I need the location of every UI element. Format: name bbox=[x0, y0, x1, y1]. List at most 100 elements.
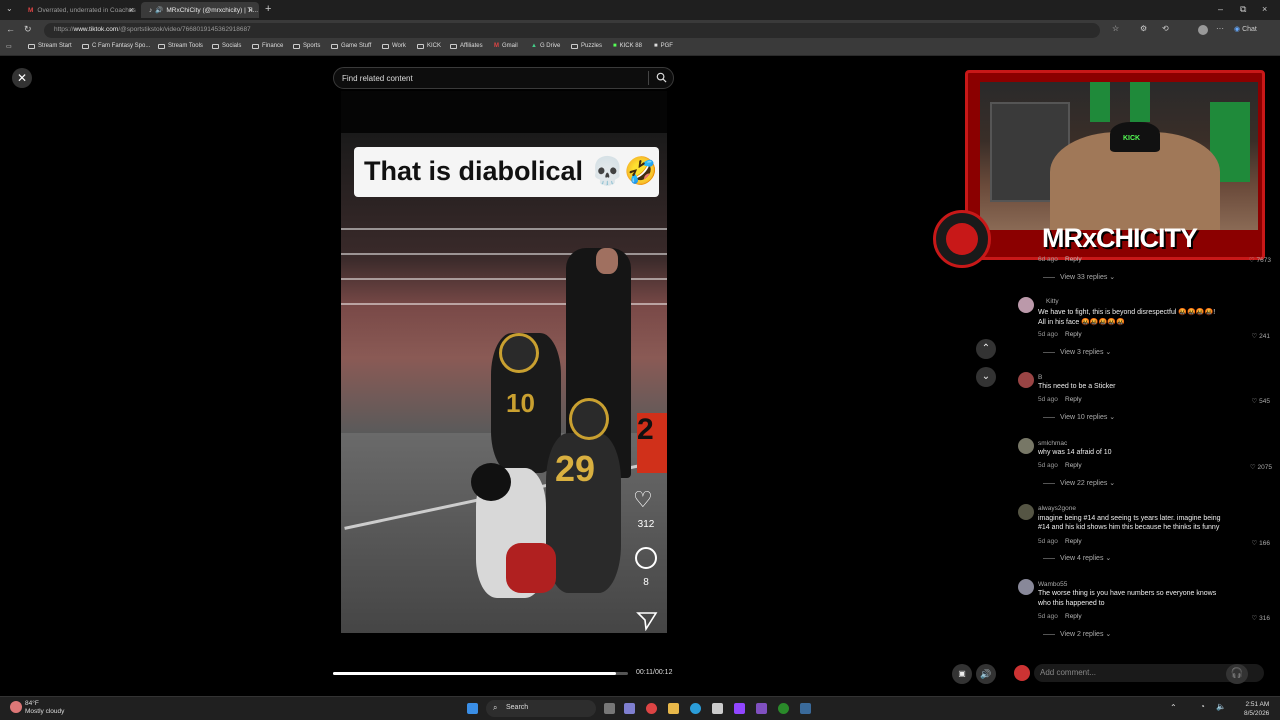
view-replies[interactable]: View 2 replies ⌄ bbox=[1043, 630, 1111, 638]
restore-icon[interactable]: ⧉ bbox=[1240, 4, 1246, 15]
back-icon[interactable]: ← bbox=[6, 24, 15, 34]
minimize-icon[interactable]: – bbox=[1218, 4, 1223, 14]
extensions-icon[interactable]: ⚙ bbox=[1140, 24, 1147, 33]
avatar[interactable] bbox=[1018, 372, 1034, 388]
comment-likes[interactable]: ♡ 316 bbox=[1236, 614, 1271, 622]
comment-username[interactable]: smlchmac bbox=[1038, 440, 1067, 447]
reply-link[interactable]: Reply bbox=[1065, 256, 1082, 263]
bookmark-folder[interactable]: Socials bbox=[212, 43, 241, 49]
comment-username[interactable]: Wambo55 bbox=[1038, 581, 1067, 588]
bookmark-folder[interactable]: Game Stuff bbox=[331, 43, 371, 49]
reply-link[interactable]: Reply bbox=[1065, 462, 1082, 469]
twitch-studio-icon[interactable] bbox=[734, 703, 745, 714]
comment-likes[interactable]: ♡ 545 bbox=[1236, 397, 1271, 405]
pip-button[interactable]: ▣ bbox=[952, 664, 972, 684]
view-replies[interactable]: View 3 replies ⌄ bbox=[1043, 348, 1111, 356]
bookmark-folder[interactable]: Stream Start bbox=[28, 43, 72, 49]
volume-button[interactable]: 🔊 bbox=[976, 664, 996, 684]
comment-username[interactable]: B bbox=[1038, 374, 1042, 381]
comment-icon[interactable] bbox=[635, 547, 657, 569]
avatar[interactable] bbox=[1018, 579, 1034, 595]
search-input[interactable]: Find related content bbox=[333, 67, 674, 89]
reply-link[interactable]: Reply bbox=[1065, 396, 1082, 403]
reply-link[interactable]: Reply bbox=[1065, 538, 1082, 545]
bookmark-folder[interactable]: Stream Tools bbox=[158, 43, 203, 49]
bookmarks-icon[interactable]: ▭ bbox=[6, 43, 12, 50]
bookmark-folder[interactable]: Sports bbox=[293, 43, 320, 49]
start-icon[interactable] bbox=[467, 703, 478, 714]
heart-icon: ♡ bbox=[1251, 333, 1258, 340]
avatar[interactable] bbox=[1018, 297, 1034, 313]
profile-icon[interactable] bbox=[1198, 25, 1208, 35]
comment-username[interactable]: always2gone bbox=[1038, 505, 1076, 512]
url-field[interactable]: https://www.tiktok.com/@sportstikstok/vi… bbox=[44, 23, 1100, 38]
bookmark-gmail[interactable]: M Gmail bbox=[494, 43, 518, 49]
view-replies[interactable]: View 33 replies ⌄ bbox=[1043, 273, 1115, 281]
comment-likes[interactable]: ♡ 241 bbox=[1236, 332, 1271, 340]
comment-likes[interactable]: ♡ 7673 bbox=[1237, 256, 1271, 264]
player-14-pants bbox=[506, 543, 556, 593]
headset-icon[interactable]: 🎧 bbox=[1226, 664, 1248, 684]
like-icon[interactable]: ♡ bbox=[633, 487, 653, 513]
store-icon[interactable] bbox=[712, 703, 723, 714]
bookmark-label: Puzzles bbox=[581, 43, 603, 49]
edge-icon[interactable] bbox=[690, 703, 701, 714]
bookmark-kick88[interactable]: ■ KICK 88 bbox=[613, 43, 642, 49]
network-icon[interactable]: ◔ bbox=[1200, 702, 1205, 711]
comment-username[interactable]: Kitty bbox=[1046, 298, 1059, 305]
discord-icon[interactable] bbox=[624, 703, 635, 714]
task-view-icon[interactable] bbox=[604, 703, 615, 714]
new-tab-icon[interactable]: + bbox=[265, 3, 271, 15]
history-icon[interactable]: ⟲ bbox=[1162, 24, 1169, 33]
my-avatar[interactable] bbox=[1014, 665, 1030, 681]
bookmark-folder[interactable]: Puzzles bbox=[571, 43, 602, 49]
clock[interactable]: 2:51 AM 8/5/2026 bbox=[1244, 700, 1269, 718]
reply-link[interactable]: Reply bbox=[1065, 331, 1082, 338]
taskbar-search[interactable]: ⌕ Search bbox=[486, 700, 596, 717]
view-replies[interactable]: View 10 replies ⌄ bbox=[1043, 413, 1115, 421]
refresh-icon[interactable]: ↻ bbox=[24, 24, 32, 35]
favorites-icon[interactable]: ☆ bbox=[1112, 24, 1119, 33]
tab-list-icon[interactable]: ⌄ bbox=[6, 4, 13, 13]
comment-likes[interactable]: ♡ 166 bbox=[1236, 539, 1271, 547]
copilot-chat-button[interactable]: ◉ Chat bbox=[1234, 25, 1257, 33]
steam-icon[interactable] bbox=[800, 703, 811, 714]
weather-icon[interactable] bbox=[10, 701, 22, 713]
file-explorer-icon[interactable] bbox=[668, 703, 679, 714]
close-tab-icon[interactable]: × bbox=[248, 5, 253, 15]
prev-video-button[interactable]: ⌃ bbox=[976, 339, 996, 359]
bookmark-folder[interactable]: KICK bbox=[417, 43, 441, 49]
volume-icon[interactable]: 🔈 bbox=[1216, 702, 1226, 711]
apps-icon[interactable] bbox=[756, 703, 767, 714]
avatar[interactable] bbox=[1018, 504, 1034, 520]
xbox-icon[interactable] bbox=[778, 703, 789, 714]
bookmark-label: G Drive bbox=[539, 43, 561, 49]
close-window-icon[interactable]: × bbox=[1262, 4, 1267, 14]
bookmark-pgf[interactable]: ■ PGF bbox=[654, 43, 673, 49]
video-progress-bar[interactable] bbox=[333, 672, 628, 675]
folder-icon bbox=[82, 43, 89, 49]
close-tab-icon[interactable]: × bbox=[129, 5, 134, 15]
tab-tiktok[interactable]: ♪ 🔊 MRxChiCity (@mrxchicity) | Ti... × bbox=[141, 2, 259, 18]
bookmark-folder[interactable]: Finance bbox=[252, 43, 283, 49]
tray-chevron-icon[interactable]: ⌃ bbox=[1170, 703, 1177, 712]
comment-text-cont: All in his face 🤬🤬🤬🤬🤬 bbox=[1038, 319, 1125, 326]
reply-link[interactable]: Reply bbox=[1065, 613, 1082, 620]
weather-widget[interactable]: 84°F Mostly cloudy bbox=[25, 700, 64, 716]
view-replies[interactable]: View 22 replies ⌄ bbox=[1043, 479, 1115, 487]
share-icon[interactable] bbox=[636, 611, 658, 631]
audio-icon[interactable]: 🔊 bbox=[155, 6, 163, 14]
bookmark-folder[interactable]: Work bbox=[382, 43, 406, 49]
view-replies[interactable]: View 4 replies ⌄ bbox=[1043, 554, 1111, 562]
tab-coaches[interactable]: M Overrated, underrated in Coaches × bbox=[20, 2, 140, 18]
menu-icon[interactable]: ··· bbox=[1216, 24, 1224, 33]
bookmark-gdrive[interactable]: ▲ G Drive bbox=[531, 43, 560, 49]
search-icon[interactable] bbox=[656, 72, 667, 83]
avatar[interactable] bbox=[1018, 438, 1034, 454]
bookmark-folder[interactable]: Affiliates bbox=[450, 43, 483, 49]
chrome-icon[interactable] bbox=[646, 703, 657, 714]
close-video-button[interactable]: ✕ bbox=[12, 68, 32, 88]
bookmark-folder[interactable]: C Fam Fantasy Spo... bbox=[82, 43, 150, 49]
next-video-button[interactable]: ⌄ bbox=[976, 367, 996, 387]
comment-likes[interactable]: ♡ 2075 bbox=[1238, 463, 1272, 471]
